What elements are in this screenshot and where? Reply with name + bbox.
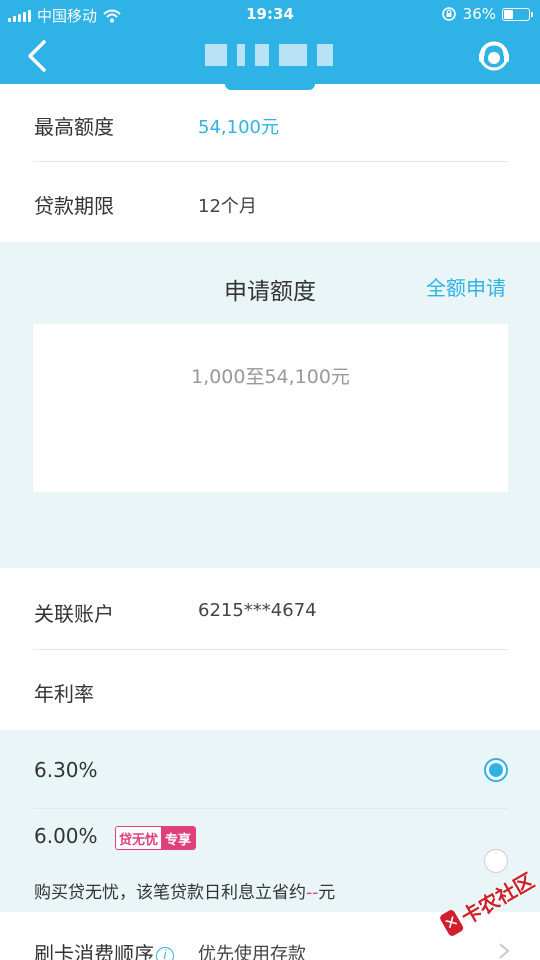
loan-term-row: 贷款期限 12个月 [0, 162, 540, 242]
linked-account-row: 关联账户 6215***4674 [0, 570, 540, 650]
full-amount-apply-link[interactable]: 全额申请 [426, 272, 506, 301]
blurred-block [317, 44, 333, 66]
amount-input-box[interactable] [33, 324, 508, 492]
rate-option-row[interactable]: 6.30% [0, 730, 540, 808]
badge-exclusive: 专享 [161, 827, 196, 849]
rate-saving-note: 购买贷无忧，该笔贷款日利息立省约--元 [34, 878, 335, 903]
note-suffix: 元 [318, 883, 336, 903]
battery-percent: 36% [462, 5, 496, 23]
amount-input[interactable] [33, 366, 508, 388]
apply-amount-section: 申请额度 全额申请 [0, 242, 540, 568]
blurred-block [279, 44, 307, 66]
max-limit-label: 最高额度 [34, 115, 114, 139]
loan-term-label: 贷款期限 [34, 194, 114, 218]
annual-rate-label: 年利率 [34, 682, 94, 706]
badge-text: 贷无忧 [116, 827, 162, 849]
max-limit-value: 54,100元 [198, 117, 279, 138]
customer-service-icon[interactable] [474, 36, 514, 76]
info-icon[interactable]: i [156, 947, 174, 960]
blurred-block [255, 44, 269, 66]
rate-option-value: 6.00% [34, 824, 98, 848]
back-button[interactable] [22, 36, 62, 76]
rate-radio-selected[interactable] [484, 758, 508, 782]
linked-account-value: 6215***4674 [198, 600, 317, 621]
nav-bar [0, 28, 540, 84]
status-bar: 中国移动 19:34 36% [0, 0, 540, 28]
max-limit-row: 最高额度 54,100元 [0, 90, 540, 162]
payment-order-value: 优先使用存款 [198, 944, 306, 960]
linked-account-label: 关联账户 [34, 602, 114, 626]
rate-option-value: 6.30% [34, 758, 98, 782]
battery-icon [502, 7, 533, 21]
page-title-obscured [205, 42, 335, 68]
status-right: 36% [441, 5, 533, 23]
note-amount: -- [306, 883, 319, 903]
loan-insurance-badge: 贷无忧 专享 [115, 826, 197, 850]
payment-order-label: 刷卡消费顺序 i [34, 938, 174, 960]
annual-rate-row: 年利率 [0, 650, 540, 730]
loan-term-value: 12个月 [198, 196, 257, 217]
blurred-block [237, 44, 245, 66]
blurred-block [205, 44, 227, 66]
divider [34, 808, 508, 809]
rotation-lock-icon [441, 7, 456, 21]
chevron-right-icon [499, 943, 510, 959]
note-prefix: 购买贷无忧，该笔贷款日利息立省约 [34, 883, 306, 903]
payment-order-label-text: 刷卡消费顺序 [34, 942, 154, 960]
